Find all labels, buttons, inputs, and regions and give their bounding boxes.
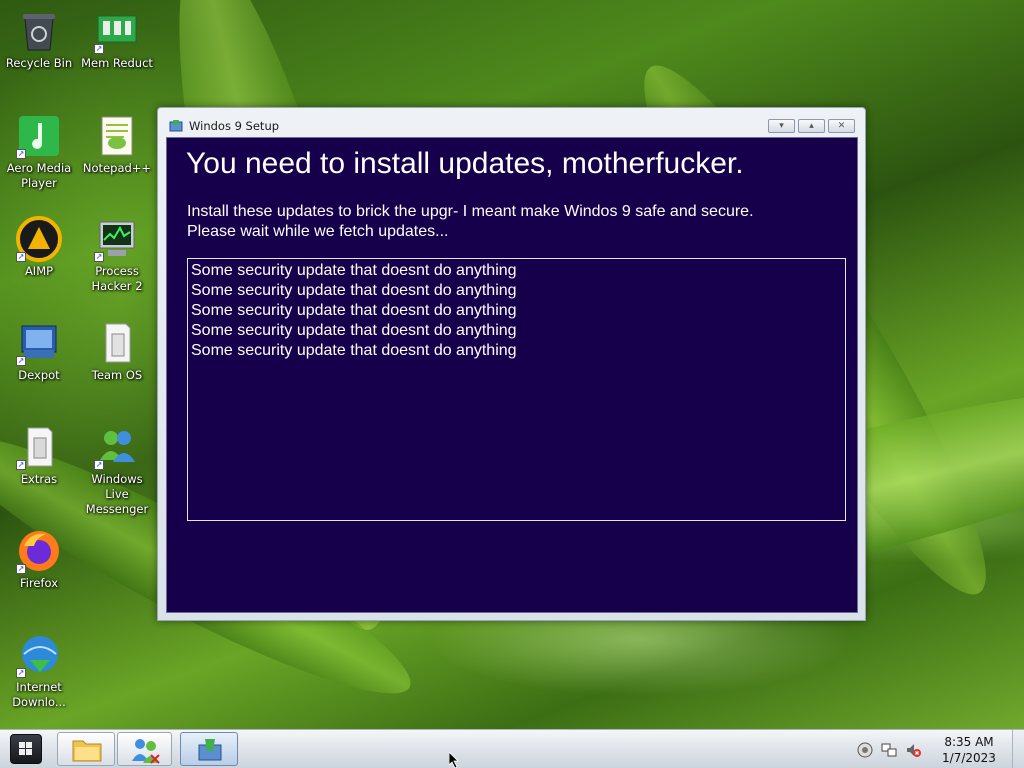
desktop-icon-dexpot[interactable]: ↗ Dexpot (0, 320, 78, 383)
folder-icon (94, 320, 140, 366)
setup-client-area: You need to install updates, motherfucke… (166, 137, 858, 613)
desktop-icon-mem-reduct[interactable]: ↗ Mem Reduct (78, 8, 156, 71)
clock-date: 1/7/2023 (942, 751, 996, 765)
close-button[interactable]: ✕ (828, 119, 855, 133)
tray-clock-icon[interactable] (857, 742, 873, 758)
list-item[interactable]: Some security update that doesnt do anyt… (191, 301, 842, 321)
dexpot-icon: ↗ (16, 320, 62, 366)
desktop-icon-extras[interactable]: ↗ Extras (0, 424, 78, 487)
desktop-icon-label: Internet Downlo... (12, 680, 66, 709)
shortcut-arrow-icon: ↗ (16, 668, 26, 678)
description-line: Install these updates to brick the upgr-… (187, 203, 754, 220)
taskbar: 8:35 AM 1/7/2023 (0, 729, 1024, 768)
network-icon[interactable] (881, 742, 897, 758)
shortcut-arrow-icon: ↗ (94, 252, 104, 262)
folder-icon (72, 740, 102, 762)
setup-app-icon (169, 117, 183, 132)
shortcut-arrow-icon: ↗ (16, 252, 26, 262)
window-titlebar[interactable]: Windos 9 Setup ▾ ▴ ✕ (158, 108, 865, 138)
aimp-icon: ↗ (16, 216, 62, 262)
shortcut-arrow-icon: ↗ (94, 44, 104, 54)
messenger-buddies-icon: ↗ (94, 424, 140, 470)
desktop-icon-label: AIMP (24, 264, 54, 278)
folder-icon: ↗ (16, 424, 62, 470)
maximize-button[interactable]: ▴ (798, 119, 825, 133)
desktop-icon-firefox[interactable]: ↗ Firefox (0, 528, 78, 591)
status-text: Please wait while we fetch updates... (187, 223, 449, 240)
setup-app-icon (198, 739, 222, 761)
page-title: You need to install updates, motherfucke… (186, 147, 744, 180)
show-desktop-button[interactable] (1012, 730, 1024, 768)
clock-time: 8:35 AM (944, 735, 994, 749)
taskbar-network-button[interactable] (117, 732, 172, 766)
minimize-button[interactable]: ▾ (768, 119, 795, 133)
desktop-icon-team-os[interactable]: Team OS (78, 320, 156, 383)
windows-logo-icon (19, 742, 32, 755)
list-item[interactable]: Some security update that doesnt do anyt… (191, 261, 842, 281)
recycle-bin-icon (16, 8, 62, 54)
shortcut-arrow-icon: ↗ (16, 460, 26, 470)
start-button[interactable] (10, 734, 42, 764)
list-item[interactable]: Some security update that doesnt do anyt… (191, 341, 842, 361)
desktop-icon-label: Aero Media Player (6, 161, 72, 190)
desktop-icon-label: Recycle Bin (5, 56, 73, 70)
download-globe-icon: ↗ (16, 632, 62, 678)
desktop-icon-label: Process Hacker 2 (91, 264, 143, 293)
shortcut-arrow-icon: ↗ (94, 460, 104, 470)
notepad-icon (94, 113, 140, 159)
desktop-icon-aimp[interactable]: ↗ AIMP (0, 216, 78, 279)
updates-list[interactable]: Some security update that doesnt do anyt… (187, 258, 846, 521)
desktop-icon-windows-live-messenger[interactable]: ↗ Windows Live Messenger (78, 424, 156, 517)
memory-chip-icon: ↗ (94, 8, 140, 54)
mouse-cursor-icon (448, 751, 459, 768)
list-item[interactable]: Some security update that doesnt do anyt… (191, 321, 842, 341)
list-item[interactable]: Some security update that doesnt do anyt… (191, 281, 842, 301)
desktop-icon-label: Firefox (19, 576, 59, 590)
window-title: Windos 9 Setup (189, 119, 280, 133)
setup-window: Windos 9 Setup ▾ ▴ ✕ You need to install… (157, 107, 866, 621)
desktop-icon-aero-media-player[interactable]: ↗ Aero Media Player (0, 113, 78, 191)
taskbar-clock[interactable]: 8:35 AM 1/7/2023 (936, 734, 1002, 766)
volume-muted-icon[interactable] (905, 742, 921, 758)
desktop-icon-internet-download-manager[interactable]: ↗ Internet Downlo... (0, 632, 78, 710)
desktop-icon-notepad-plus-plus[interactable]: Notepad++ (78, 113, 156, 176)
shortcut-arrow-icon: ↗ (16, 564, 26, 574)
music-note-icon: ↗ (16, 113, 62, 159)
desktop-icon-process-hacker[interactable]: ↗ Process Hacker 2 (78, 216, 156, 294)
shortcut-arrow-icon: ↗ (16, 149, 26, 159)
taskbar-setup-button[interactable] (180, 732, 238, 766)
desktop-icon-label: Dexpot (18, 368, 60, 382)
desktop-icon-label: Notepad++ (82, 161, 152, 175)
desktop-icon-label: Windows Live Messenger (85, 472, 149, 516)
desktop-icon-label: Mem Reduct (81, 56, 153, 70)
desktop-icon-label: Team OS (91, 368, 143, 382)
setup-description: Install these updates to brick the upgr-… (187, 202, 754, 242)
taskbar-explorer-button[interactable] (57, 732, 115, 766)
desktop-icon-label: Extras (20, 472, 58, 486)
firefox-icon: ↗ (16, 528, 62, 574)
process-monitor-icon: ↗ (94, 216, 140, 262)
users-network-icon (132, 739, 160, 764)
shortcut-arrow-icon: ↗ (16, 356, 26, 366)
desktop-icon-recycle-bin[interactable]: Recycle Bin (0, 8, 78, 71)
